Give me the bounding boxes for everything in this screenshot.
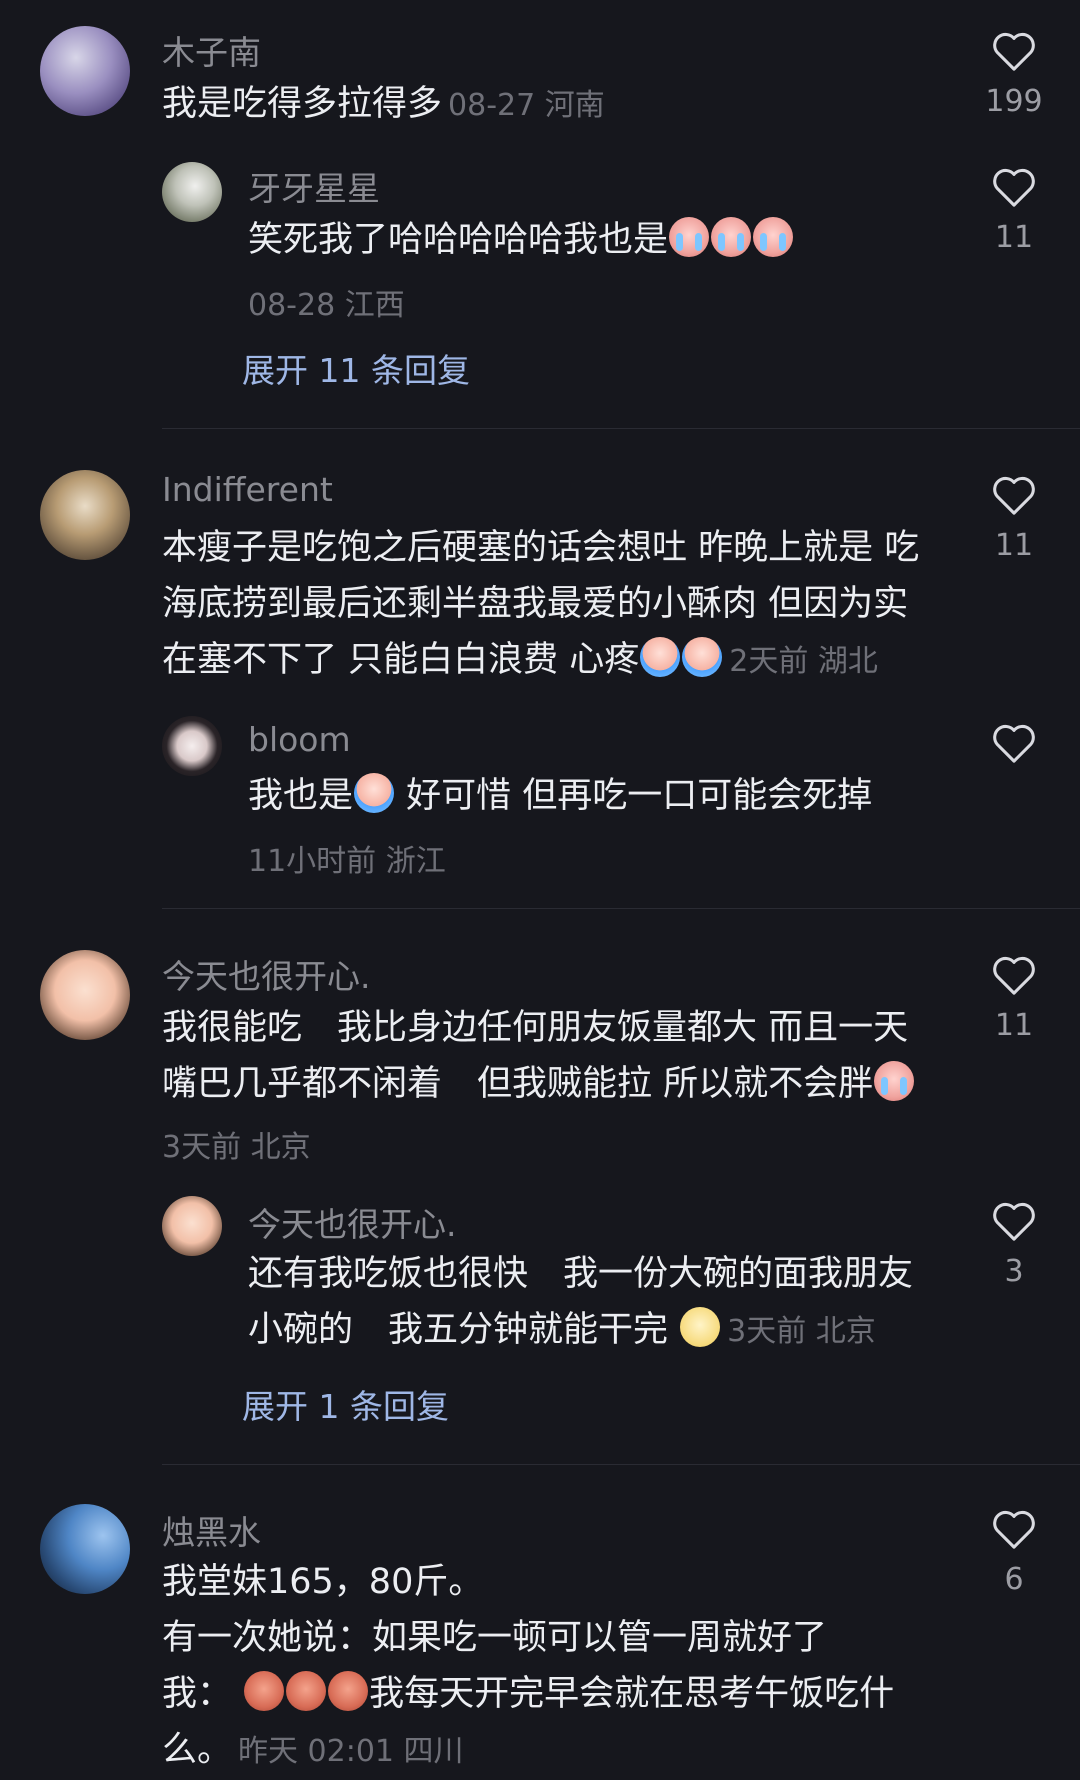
reply-text: 还有我吃饭也很快 我一份大碗的面我朋友 小碗的 我五分钟就能干完 3天前 北京 <box>248 1246 968 1360</box>
reply-body: 笑死我了哈哈哈哈哈我也是 <box>248 220 669 260</box>
heart-outline-icon <box>993 1202 1035 1241</box>
comment-line: 我堂妹165，80斤。 <box>162 1562 484 1602</box>
comment-line: 我： 我每天开完早会就在思考午饭吃什 <box>162 1666 952 1722</box>
reply-author[interactable]: 今天也很开心. <box>248 1198 457 1246</box>
comment-line-text: 么。 <box>162 1730 233 1770</box>
comment-last-line: 么。 昨天 02:01 四川 <box>162 1722 952 1780</box>
comment-line: 我很能吃 我比身边任何朋友饭量都大 而且一天 <box>162 1008 909 1048</box>
crying-emoji-icon <box>711 217 752 257</box>
reply-text: 笑死我了哈哈哈哈哈我也是 <box>248 212 948 268</box>
like-button[interactable]: 6 <box>974 1508 1054 1597</box>
like-button[interactable]: 199 <box>974 30 1054 119</box>
like-button[interactable]: 11 <box>974 166 1054 255</box>
like-count: 3 <box>1004 1254 1024 1289</box>
crying-emoji-icon <box>874 1061 915 1101</box>
comment-body: 我是吃得多拉得多 <box>162 84 443 124</box>
reply-body: 好可惜 但再吃一口可能会死掉 <box>406 776 873 816</box>
comment-line: 有一次她说：如果吃一顿可以管一周就好了 <box>162 1618 828 1658</box>
comment-line: 本瘦子是吃饱之后硬塞的话会想吐 昨晚上就是 吃 <box>162 528 920 568</box>
angry-emoji-icon <box>328 1671 369 1711</box>
comment-line-text: 嘴巴几乎都不闲着 但我贼能拉 所以就不会胖 <box>162 1064 874 1104</box>
sobbing-emoji-icon <box>354 773 395 813</box>
reply-text: 我也是 好可惜 但再吃一口可能会死掉 <box>248 768 968 824</box>
comment-meta: 08-27 河南 <box>448 88 605 123</box>
like-button[interactable] <box>974 722 1054 776</box>
like-button[interactable]: 11 <box>974 954 1054 1043</box>
reply-author[interactable]: bloom <box>248 720 351 759</box>
comment-text: 我很能吃 我比身边任何朋友饭量都大 而且一天 嘴巴几乎都不闲着 但我贼能拉 所以… <box>162 1000 952 1112</box>
like-count: 199 <box>985 84 1043 119</box>
heart-outline-icon <box>993 724 1035 763</box>
sobbing-emoji-icon <box>682 637 723 677</box>
comment-line-text: 在塞不下了 只能白白浪费 心疼 <box>162 640 640 680</box>
comment-meta: 2天前 湖北 <box>729 644 878 679</box>
like-count: 6 <box>1004 1562 1024 1597</box>
comment-text: 我是吃得多拉得多 08-27 河南 <box>162 76 952 134</box>
avatar[interactable] <box>40 1504 130 1594</box>
comment-author[interactable]: 烛黑水 <box>162 1506 261 1554</box>
heart-outline-icon <box>993 1510 1035 1549</box>
heart-outline-icon <box>993 32 1035 71</box>
avatar[interactable] <box>162 162 222 222</box>
like-button[interactable]: 11 <box>974 474 1054 563</box>
comment-line-text: 我每天开完早会就在思考午饭吃什 <box>369 1674 895 1714</box>
crying-emoji-icon <box>753 217 794 257</box>
reply-meta: 08-28 江西 <box>248 288 405 323</box>
comment-meta: 昨天 02:01 四川 <box>238 1734 464 1769</box>
avatar[interactable] <box>162 1196 222 1256</box>
avatar[interactable] <box>40 470 130 560</box>
crying-emoji-icon <box>669 217 710 257</box>
comment-author[interactable]: 木子南 <box>162 26 261 74</box>
sobbing-emoji-icon <box>640 637 681 677</box>
reply-author[interactable]: 牙牙星星 <box>248 162 380 210</box>
heart-outline-icon <box>993 476 1035 515</box>
like-count: 11 <box>994 528 1034 563</box>
like-count: 11 <box>994 220 1034 255</box>
divider <box>162 428 1080 429</box>
avatar[interactable] <box>40 950 130 1040</box>
reply-meta: 11小时前 浙江 <box>248 844 446 879</box>
heart-outline-icon <box>993 956 1035 995</box>
expand-replies-button[interactable]: 展开 1 条回复 <box>242 1380 449 1428</box>
angry-emoji-icon <box>244 1671 285 1711</box>
divider <box>162 908 1080 909</box>
comment-line: 在塞不下了 只能白白浪费 心疼 2天前 湖北 <box>162 632 952 690</box>
comment-text: 本瘦子是吃饱之后硬塞的话会想吐 昨晚上就是 吃 海底捞到最后还剩半盘我最爱的小酥… <box>162 520 952 690</box>
reply-line-text: 小碗的 我五分钟就能干完 <box>248 1310 669 1350</box>
reply-body: 我也是 <box>248 776 354 816</box>
like-count: 11 <box>994 1008 1034 1043</box>
reply-line: 小碗的 我五分钟就能干完 3天前 北京 <box>248 1302 968 1360</box>
heart-outline-icon <box>993 168 1035 207</box>
reply-meta: 3天前 北京 <box>727 1314 876 1349</box>
comment-line: 海底捞到最后还剩半盘我最爱的小酥肉 但因为实 <box>162 584 909 624</box>
comment-line: 嘴巴几乎都不闲着 但我贼能拉 所以就不会胖 <box>162 1056 952 1112</box>
avatar[interactable] <box>162 716 222 776</box>
reply-line: 还有我吃饭也很快 我一份大碗的面我朋友 <box>248 1254 914 1294</box>
avatar[interactable] <box>40 26 130 116</box>
comment-meta: 3天前 北京 <box>162 1130 311 1165</box>
like-button[interactable]: 3 <box>974 1200 1054 1289</box>
comment-author[interactable]: 今天也很开心. <box>162 950 371 998</box>
divider <box>162 1464 1080 1465</box>
angry-emoji-icon <box>286 1671 327 1711</box>
comment-text: 我堂妹165，80斤。 有一次她说：如果吃一顿可以管一周就好了 我： 我每天开完… <box>162 1554 952 1722</box>
smirk-emoji-icon <box>680 1307 721 1347</box>
expand-replies-button[interactable]: 展开 11 条回复 <box>242 344 470 392</box>
comment-line-text: 我： <box>162 1674 233 1714</box>
comment-author[interactable]: Indifferent <box>162 470 333 509</box>
